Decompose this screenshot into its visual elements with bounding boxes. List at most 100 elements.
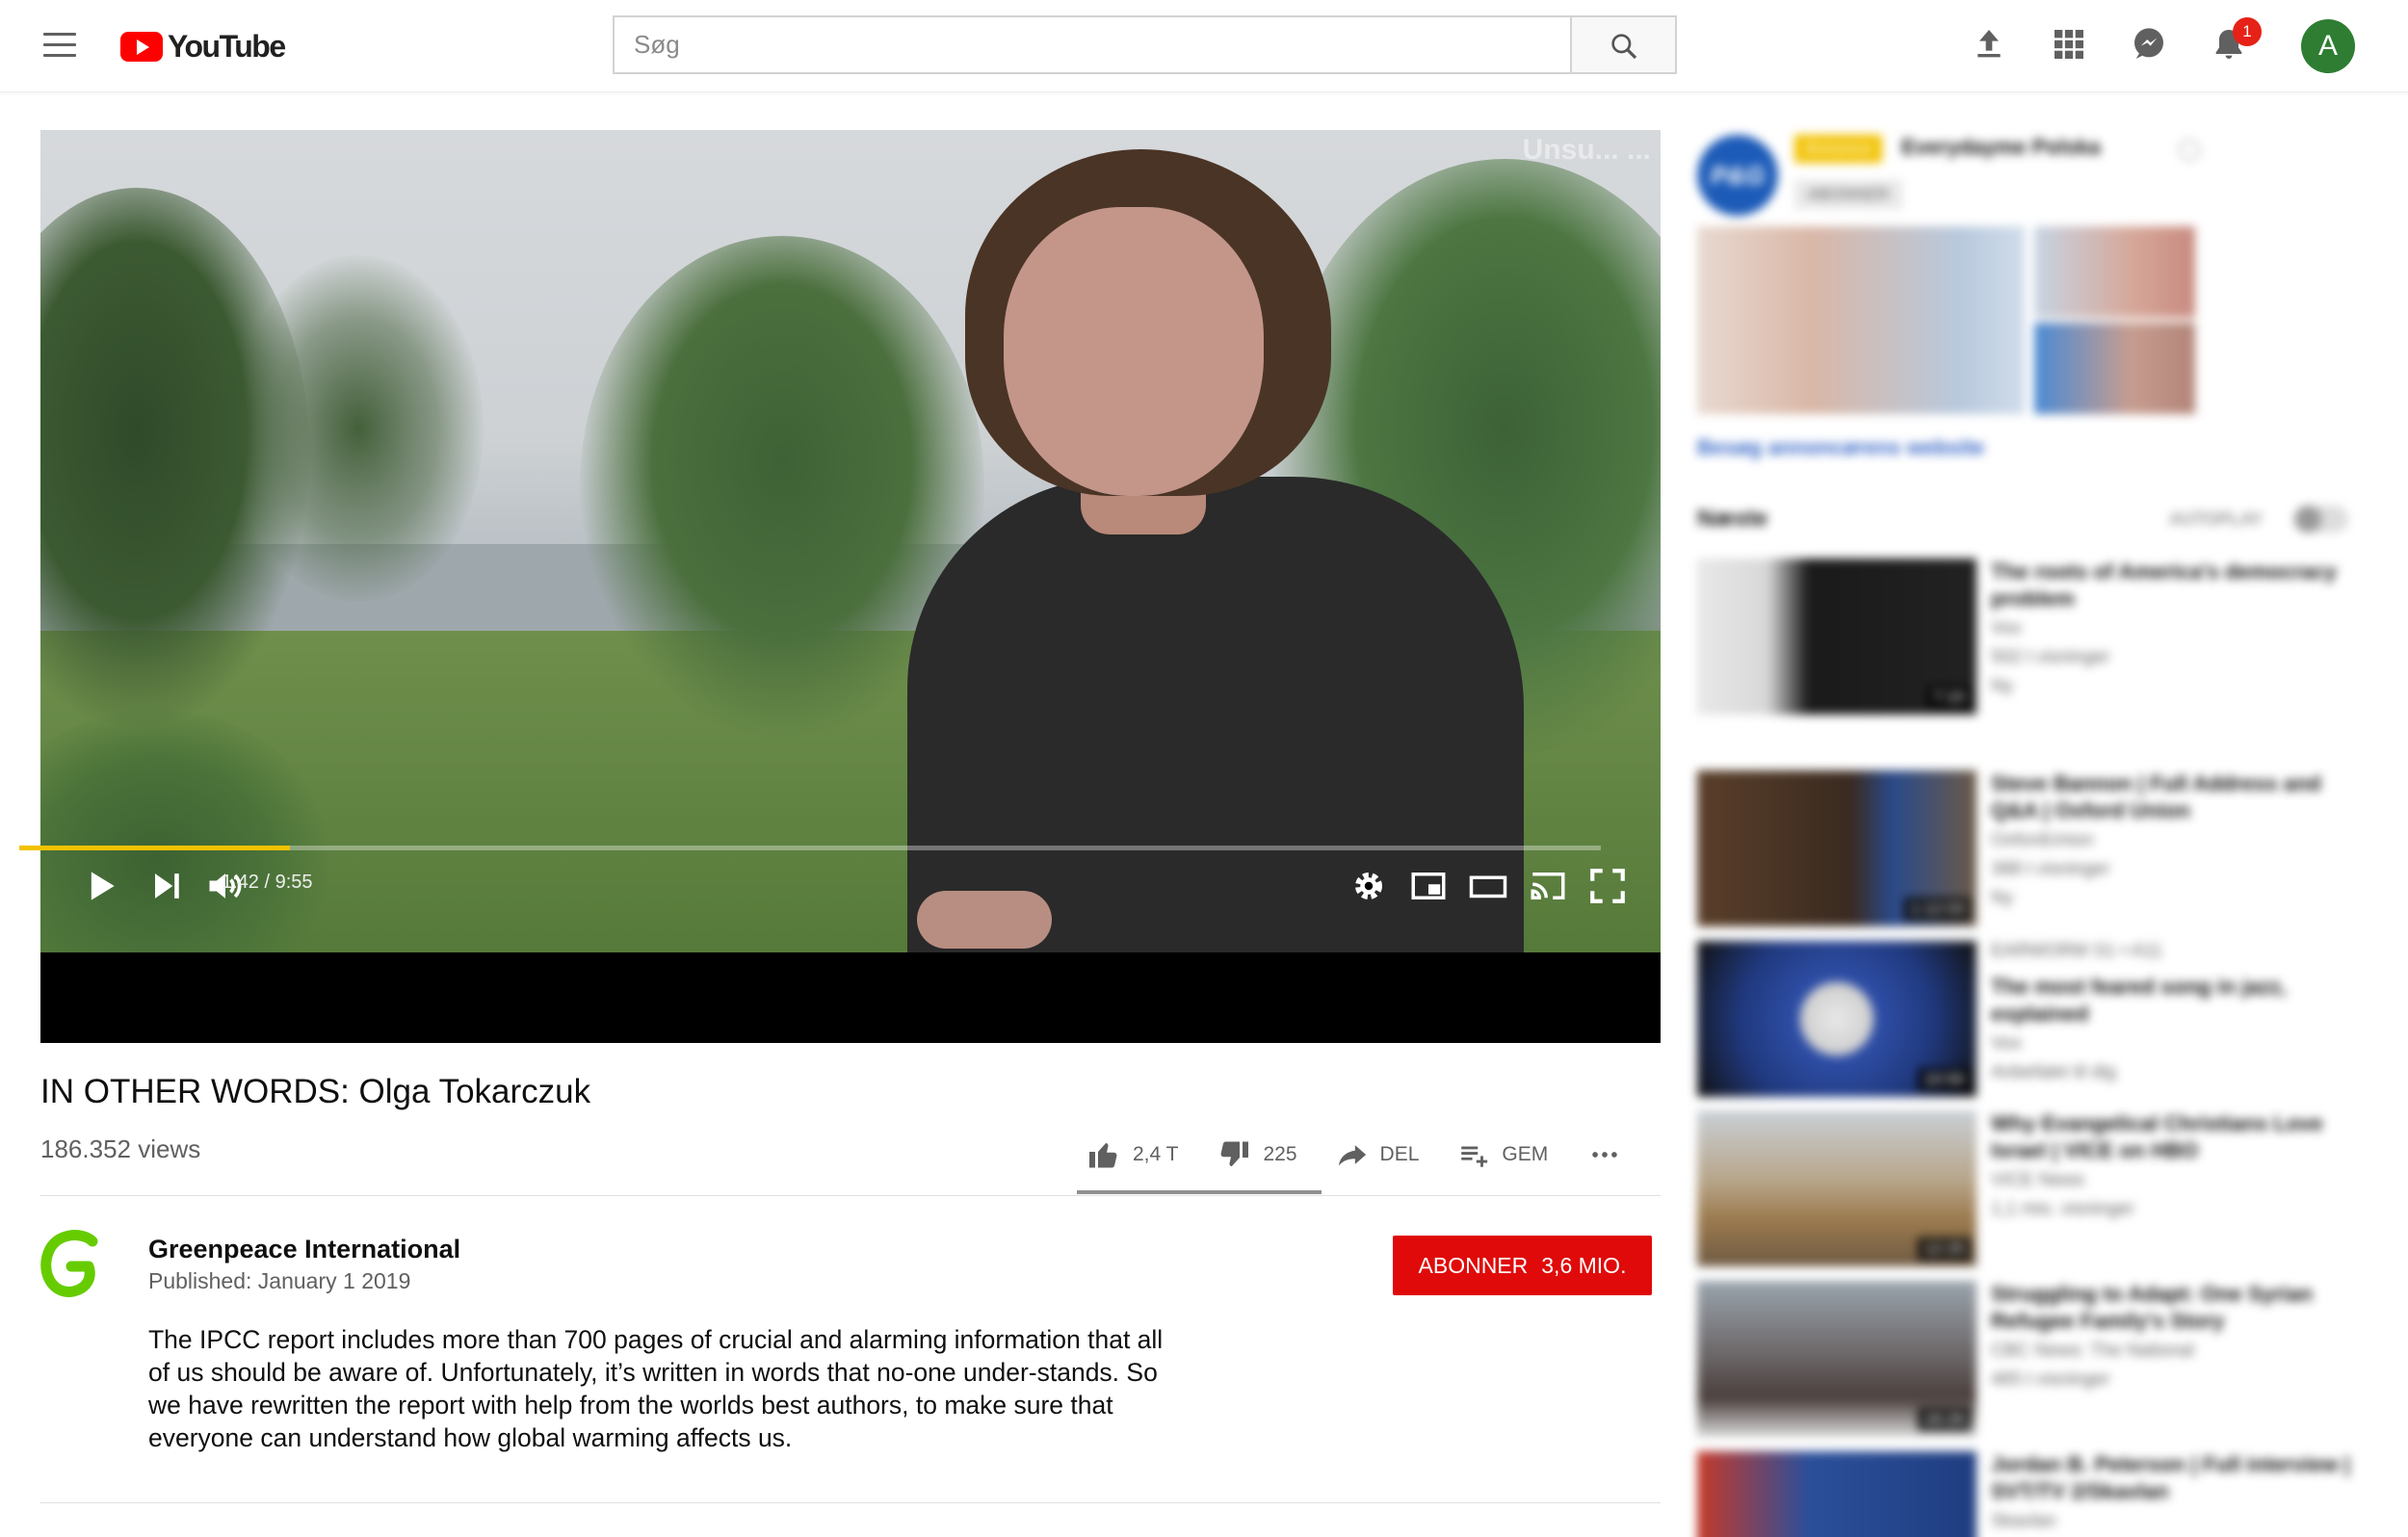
divider-bottom: [40, 1502, 1661, 1503]
duration-badge: 16:26: [1918, 1408, 1971, 1431]
avatar[interactable]: A: [2301, 19, 2355, 73]
advertiser-name[interactable]: Everydayme Polska: [1901, 135, 2101, 160]
progress-bar-played: [19, 846, 290, 850]
menu-icon[interactable]: [43, 33, 76, 60]
subscriber-count: 3,6 MIO.: [1541, 1252, 1627, 1278]
next-icon[interactable]: [144, 865, 187, 907]
sentiment-bar: [1077, 1190, 1322, 1194]
share-button[interactable]: DEL: [1336, 1138, 1420, 1171]
recommendation-title[interactable]: Struggling to Adapt: One Syrian Refugee …: [1991, 1281, 2357, 1335]
recommendation-item[interactable]: 7:10 The roots of America's democracy pr…: [1697, 559, 2371, 715]
info-icon[interactable]: [2179, 140, 2200, 161]
save-button[interactable]: GEM: [1457, 1138, 1548, 1171]
recommendation-thumbnail[interactable]: 7:10: [1697, 559, 1976, 715]
video-title: IN OTHER WORDS: Olga Tokarczuk: [40, 1073, 591, 1110]
sentiment-bar-likes: [1077, 1190, 1301, 1194]
ad-subscribe-button[interactable]: ABONNER: [1794, 180, 1903, 209]
fullscreen-icon[interactable]: [1587, 865, 1628, 907]
ad-image-main[interactable]: [1697, 226, 2025, 414]
recommendation-badge: EARWORM S1 • A11: [1991, 941, 2163, 961]
thumbs-down-icon: [1221, 1141, 1249, 1166]
recommendation-thumbnail[interactable]: [1697, 1451, 1976, 1537]
video-frame[interactable]: Unsu... ...: [40, 130, 1661, 952]
dislike-button[interactable]: 225: [1217, 1137, 1297, 1172]
video-description: The IPCC report includes more than 700 p…: [148, 1325, 1164, 1452]
divider-top: [40, 1195, 1661, 1196]
recommendation-item[interactable]: 16:26 Struggling to Adapt: One Syrian Re…: [1697, 1281, 2371, 1437]
recommendation-item[interactable]: 10:50 EARWORM S1 • A11 The most feared s…: [1697, 941, 2371, 1097]
time-display: 1:42 / 9:55: [222, 872, 313, 893]
recommendation-title[interactable]: Why Evangelical Christians Love Israel |…: [1991, 1110, 2357, 1164]
dislike-count: 225: [1263, 1143, 1297, 1165]
recommendation-title[interactable]: The most feared song in jazz, explained: [1991, 974, 2357, 1028]
video-actions: 2,4 T 225 DEL GEM: [1086, 1133, 1673, 1177]
playlist-add-icon: [1461, 1146, 1488, 1167]
sidebar: P&G Annonce Everydayme Polska ABONNER Be…: [1697, 130, 2371, 1537]
channel-watermark: Unsu... ...: [1522, 134, 1651, 166]
subscribe-label: ABONNER: [1418, 1252, 1529, 1278]
ad-image-bottom[interactable]: [2034, 323, 2195, 414]
save-label: GEM: [1502, 1143, 1549, 1165]
play-icon[interactable]: [79, 865, 121, 907]
advertiser-logo[interactable]: P&G: [1697, 135, 1778, 216]
recommendation-title[interactable]: Jordan B. Peterson | Full interview | SV…: [1991, 1451, 2357, 1505]
recommendation-title[interactable]: Steve Bannon | Full Address and Q&A | Ox…: [1991, 770, 2357, 824]
greenpeace-logo[interactable]: [37, 1228, 104, 1305]
progress-bar[interactable]: [19, 846, 1601, 850]
recommendation-views: 388 t visninger: [1991, 859, 2110, 879]
recommendation-channel: Vox: [1991, 618, 2022, 638]
person-face: [1004, 207, 1264, 496]
recommendation-item[interactable]: Jordan B. Peterson | Full interview | SV…: [1697, 1451, 2371, 1537]
miniplayer-icon[interactable]: [1408, 865, 1449, 907]
recommendation-channel: Vox: [1991, 1033, 2022, 1054]
up-next-heading: Næste: [1697, 506, 1768, 532]
notification-badge: 1: [2233, 17, 2262, 46]
apps-icon[interactable]: [2050, 25, 2088, 64]
share-label: DEL: [1379, 1143, 1420, 1165]
duration-badge: 1:12:03: [1904, 898, 1971, 921]
recommendation-thumbnail[interactable]: 1:12:03: [1697, 770, 1976, 926]
upload-icon[interactable]: [1970, 25, 2008, 64]
ad-image-top[interactable]: [2034, 226, 2195, 318]
youtube-logo[interactable]: YouTube: [120, 29, 286, 65]
autoplay-label: AUTOPLAY: [2169, 509, 2264, 529]
cast-icon[interactable]: [1528, 865, 1568, 907]
recommendation-thumbnail[interactable]: 16:26: [1697, 1281, 1976, 1437]
recommendation-thumbnail[interactable]: 12:25: [1697, 1110, 1976, 1266]
recommendation-channel: OxfordUnion: [1991, 830, 2094, 850]
recommendation-item[interactable]: 1:12:03 Steve Bannon | Full Address and …: [1697, 770, 2371, 926]
recommendation-channel: VICE News: [1991, 1170, 2085, 1190]
search-input[interactable]: [615, 17, 1570, 72]
recommendation-views: 465 t visninger: [1991, 1369, 2110, 1390]
recommendation-views: Anbefalet til dig: [1991, 1062, 2116, 1082]
logo-text: YouTube: [168, 29, 286, 64]
autoplay-toggle[interactable]: [2294, 506, 2348, 533]
recommendation-views: 502 t visninger: [1991, 647, 2110, 667]
person-hands: [917, 891, 1052, 949]
recommendation-badge: Ny: [1991, 676, 2014, 696]
tree-left-small: [233, 255, 484, 602]
recommendation-thumbnail[interactable]: 10:50: [1697, 941, 1976, 1097]
theater-mode-icon[interactable]: [1468, 865, 1508, 907]
recommendation-channel: Skavlan: [1991, 1511, 2056, 1531]
duration-badge: 12:25: [1918, 1237, 1971, 1261]
view-count: 186.352 views: [40, 1134, 201, 1163]
recommendation-item[interactable]: 12:25 Why Evangelical Christians Love Is…: [1697, 1110, 2371, 1266]
messages-icon[interactable]: [2130, 25, 2168, 64]
more-actions-button[interactable]: [1586, 1138, 1635, 1171]
like-button[interactable]: 2,4 T: [1086, 1137, 1178, 1172]
search-button[interactable]: [1570, 15, 1677, 74]
recommendation-views: 1,1 mio. visninger: [1991, 1199, 2134, 1219]
advertiser-website-link[interactable]: Besøg annoncørens website: [1697, 435, 1984, 460]
search-icon: [1611, 34, 1637, 60]
search-box: [613, 15, 1570, 74]
recommendation-title[interactable]: The roots of America's democracy problem: [1991, 559, 2357, 612]
duration-badge: 7:10: [1926, 686, 1971, 709]
recommendation-channel: CBC News: The National: [1991, 1341, 2194, 1361]
channel-name[interactable]: Greenpeace International: [148, 1235, 460, 1264]
subscribe-button[interactable]: ABONNER 3,6 MIO.: [1393, 1236, 1652, 1295]
player-controls: [40, 952, 1661, 1043]
like-count: 2,4 T: [1133, 1143, 1179, 1165]
settings-icon[interactable]: [1348, 865, 1389, 907]
youtube-play-icon: [120, 32, 163, 62]
